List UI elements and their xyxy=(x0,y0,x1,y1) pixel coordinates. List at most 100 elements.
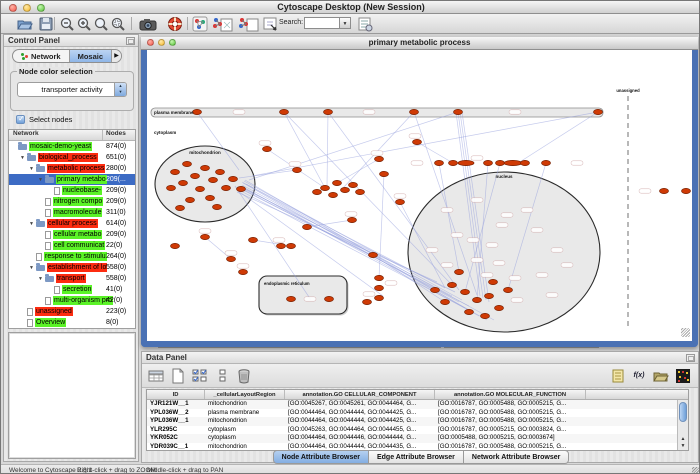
tree-row-unassigned[interactable]: unassigned223(0) xyxy=(9,306,135,317)
folder-icon xyxy=(36,265,45,271)
tree-expand-arrow-icon[interactable]: ▼ xyxy=(29,221,36,227)
camera-icon[interactable] xyxy=(139,16,157,32)
graph-node xyxy=(375,295,384,300)
document-arrow-icon[interactable] xyxy=(262,16,278,32)
network-document-red-icon[interactable] xyxy=(238,16,260,32)
tree-row-node-count: 209(0) xyxy=(106,187,126,194)
notepad-icon[interactable] xyxy=(610,368,626,384)
tree-expand-arrow-icon[interactable]: ▼ xyxy=(38,177,45,183)
attribute-checklist-icon[interactable] xyxy=(192,368,208,384)
scroll-up-arrow-icon[interactable]: ▲ xyxy=(678,436,688,442)
trash-icon[interactable] xyxy=(236,368,252,384)
graph-node xyxy=(321,185,330,190)
tree-row-primary-metabo[interactable]: ▼primary metabo209(... xyxy=(9,174,135,185)
select-nodes-checkbox[interactable] xyxy=(16,115,25,124)
heatmap-matrix-icon[interactable] xyxy=(675,368,691,384)
tree-expand-arrow-icon[interactable]: ▼ xyxy=(29,265,36,271)
graph-node xyxy=(458,160,474,165)
tree-row-nucleobase-[interactable]: nucleobase-209(0) xyxy=(9,185,135,196)
open-folder-icon[interactable] xyxy=(653,368,669,384)
function-fx-icon[interactable]: f(x) xyxy=(631,368,647,384)
tree-row-biological-process[interactable]: ▼biological_process651(0) xyxy=(9,152,135,163)
edge xyxy=(205,237,231,259)
app-resize-grip[interactable] xyxy=(692,467,700,474)
magnifier-icon[interactable] xyxy=(93,16,109,32)
network-canvas[interactable]: plasma membranecytoplasmmitochondrionnuc… xyxy=(147,50,692,338)
zoom-out-icon[interactable] xyxy=(59,16,75,32)
node-color-dropdown[interactable]: transporter activity ▲▼ xyxy=(17,82,127,97)
zoom-selection-icon[interactable] xyxy=(110,16,126,32)
toolbar-separator xyxy=(54,17,55,30)
tree-row-macromolecule[interactable]: macromolecule311(0) xyxy=(9,207,135,218)
node-label-chip xyxy=(199,229,211,233)
tab-network[interactable]: Network xyxy=(13,50,69,62)
table-row[interactable]: YLR295Ccytoplasm[GO:0045263, GO:0044464,… xyxy=(147,426,688,435)
tree-row-cellular-process[interactable]: ▼cellular process614(0) xyxy=(9,218,135,229)
graph-node xyxy=(448,282,457,287)
search-input[interactable] xyxy=(304,17,340,29)
table-vertical-scrollbar[interactable]: ▲ ▼ xyxy=(677,400,688,450)
folder-icon xyxy=(36,221,45,227)
graph-node xyxy=(496,160,505,165)
table-grid-icon[interactable] xyxy=(148,368,164,384)
node-label-chip xyxy=(371,151,383,155)
tree-row-multi-organism-pro[interactable]: multi-organism pro42(0) xyxy=(9,295,135,306)
scrollbar-thumb[interactable] xyxy=(679,402,687,422)
node-label-chip xyxy=(501,213,513,217)
node-label-chip xyxy=(493,261,505,265)
table-row[interactable]: YPL036W__2plasma membrane[GO:0044464, GO… xyxy=(147,409,688,418)
birds-eye-view-panel[interactable] xyxy=(8,332,136,459)
table-cell: YKR052C xyxy=(147,434,205,443)
save-floppy-icon[interactable] xyxy=(38,16,54,32)
table-row[interactable]: YKR052Ccytoplasm[GO:0044464, GO:0044446,… xyxy=(147,434,688,443)
node-label-chip xyxy=(345,212,357,216)
node-label-chip xyxy=(451,233,463,237)
tree-col-network[interactable]: Network xyxy=(9,130,103,140)
float-panel-icon[interactable] xyxy=(126,37,135,45)
col-cellular-layout-region[interactable]: _cellularLayoutRegion xyxy=(205,390,285,399)
col-go-cellular-component[interactable]: annotation.GO CELLULAR_COMPONENT xyxy=(285,390,435,399)
attribute-list-icon[interactable] xyxy=(216,368,232,384)
node-color-selection-group: Node color selection transporter activit… xyxy=(10,71,134,111)
tab-overflow-arrow-icon[interactable]: ▶ xyxy=(111,50,121,62)
tree-expand-arrow-icon[interactable]: ▼ xyxy=(29,166,36,172)
open-folder-icon[interactable] xyxy=(17,16,33,32)
tree-col-nodes[interactable]: Nodes xyxy=(103,130,135,140)
region-label: endoplasmic reticulum xyxy=(264,281,310,286)
tab-node-attribute-browser[interactable]: Node Attribute Browser xyxy=(273,450,369,464)
col-id[interactable]: ID xyxy=(147,390,205,399)
lifebuoy-icon[interactable] xyxy=(167,16,183,32)
table-cell: YPL036W__1 xyxy=(147,417,205,426)
tab-network-attribute-browser[interactable]: Network Attribute Browser xyxy=(464,450,569,464)
tree-row-establishment-of-lo[interactable]: ▼establishment of lo558(0) xyxy=(9,262,135,273)
float-panel-icon[interactable] xyxy=(686,354,695,362)
col-go-molecular-function[interactable]: annotation.GO MOLECULAR_FUNCTION xyxy=(435,390,586,399)
tree-expand-arrow-icon[interactable]: ▼ xyxy=(20,155,27,161)
tree-row-mosaic-demo-yeast[interactable]: mosaic-demo-yeast874(0) xyxy=(9,141,135,152)
zoom-in-icon[interactable] xyxy=(76,16,92,32)
tree-row-secretion[interactable]: secretion41(0) xyxy=(9,284,135,295)
new-document-icon[interactable] xyxy=(170,368,186,384)
tree-row-response-to-stimulu[interactable]: response to stimulu264(0) xyxy=(9,251,135,262)
colored-nodes-icon[interactable] xyxy=(192,16,208,32)
tree-row-cell-communicat[interactable]: cell communicat22(0) xyxy=(9,240,135,251)
search-dropdown-button[interactable]: ▼ xyxy=(340,17,351,29)
table-cell: mitochondrion xyxy=(205,400,285,409)
scroll-down-arrow-icon[interactable]: ▼ xyxy=(678,443,688,449)
table-row[interactable]: YJR121W__1mitochondrion[GO:0045267, GO:0… xyxy=(147,400,688,409)
table-row[interactable]: YPL036W__1mitochondrion[GO:0044464, GO:0… xyxy=(147,417,688,426)
tree-row-nitrogen-compo[interactable]: nitrogen compo209(0) xyxy=(9,196,135,207)
window-resize-grip[interactable] xyxy=(681,328,690,337)
network-window-title-bar[interactable]: primary metabolic process xyxy=(141,37,698,50)
tree-expand-arrow-icon[interactable]: ▼ xyxy=(38,276,45,282)
document-table-icon[interactable] xyxy=(357,16,373,32)
tab-edge-attribute-browser[interactable]: Edge Attribute Browser xyxy=(369,450,464,464)
attribute-table-header: ID _cellularLayoutRegion annotation.GO C… xyxy=(147,390,688,400)
network-document-blue-icon[interactable] xyxy=(212,16,234,32)
tree-row-transport[interactable]: ▼transport558(0) xyxy=(9,273,135,284)
tree-row-cellular-metabo[interactable]: cellular metabo209(0) xyxy=(9,229,135,240)
tree-row-overview[interactable]: Overview8(0) xyxy=(9,317,135,328)
tab-mosaic[interactable]: Mosaic xyxy=(69,50,111,62)
tree-row-metabolic-process[interactable]: ▼metabolic process280(0) xyxy=(9,163,135,174)
edge xyxy=(343,112,414,188)
